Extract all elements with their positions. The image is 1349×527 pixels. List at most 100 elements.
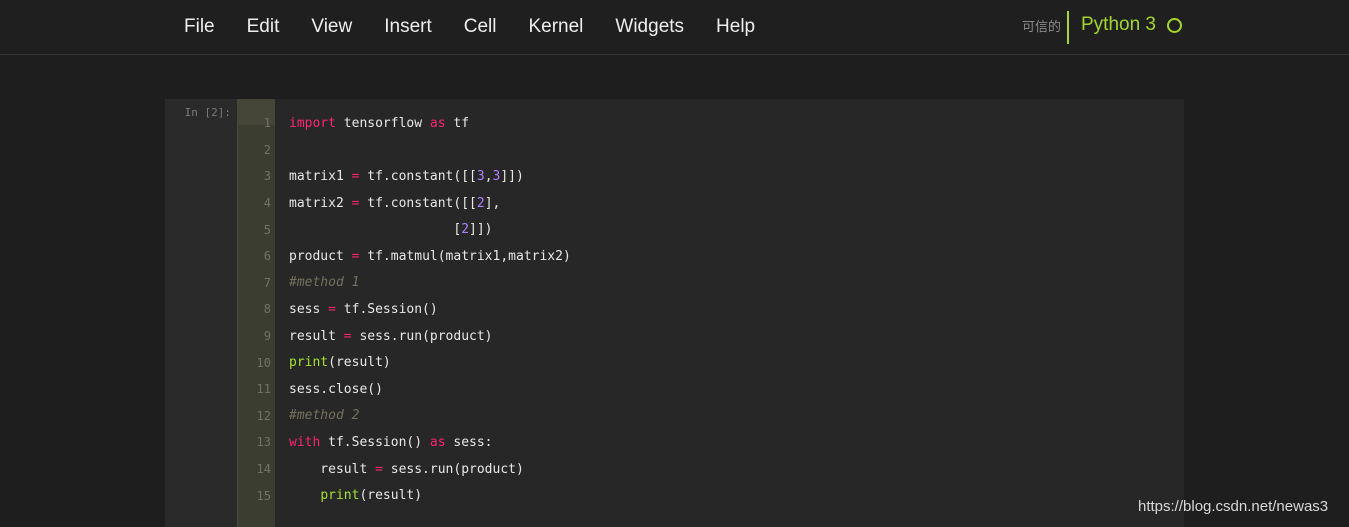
code-token: result xyxy=(289,461,376,477)
code-line[interactable]: 2 xyxy=(237,137,1184,164)
code-token: 2 xyxy=(476,195,485,211)
input-prompt: In [2]: xyxy=(184,106,231,119)
code-text[interactable]: with tf.Session() as sess: xyxy=(289,435,493,450)
code-text[interactable]: result = sess.run(product) xyxy=(289,329,493,344)
code-token: matrix2 xyxy=(289,195,352,211)
menu-widgets[interactable]: Widgets xyxy=(599,0,700,55)
code-line[interactable]: 13 with tf.Session() as sess: xyxy=(237,429,1184,456)
kernel-separator xyxy=(1067,11,1069,44)
code-token: sess.close() xyxy=(289,381,383,397)
code-token: = xyxy=(375,461,383,477)
code-text[interactable]: [2]]) xyxy=(289,222,493,238)
code-text[interactable]: print(result) xyxy=(289,488,422,503)
code-token: sess: xyxy=(445,434,493,450)
code-token: = xyxy=(343,328,352,344)
code-text[interactable]: matrix1 = tf.constant([[3,3]]) xyxy=(289,169,524,184)
code-token: [ xyxy=(289,222,462,238)
code-token: , xyxy=(484,168,493,184)
line-number: 7 xyxy=(263,275,271,290)
code-token: tf.constant([[ xyxy=(359,168,477,184)
line-number: 4 xyxy=(263,196,271,211)
code-token: result xyxy=(289,328,344,344)
code-token: tf.Session() xyxy=(335,301,438,317)
menu-file[interactable]: File xyxy=(168,0,231,55)
code-text[interactable]: result = sess.run(product) xyxy=(289,462,524,477)
code-token: product xyxy=(289,248,352,264)
code-token: as xyxy=(429,434,446,450)
line-number: 14 xyxy=(256,462,271,477)
code-token: tf.constant([[ xyxy=(359,195,477,211)
code-line[interactable]: 9 result = sess.run(product) xyxy=(237,323,1184,350)
code-token: (result) xyxy=(359,488,423,504)
line-number: 15 xyxy=(256,488,271,503)
code-line[interactable]: 11 sess.close() xyxy=(237,376,1184,403)
code-token: = xyxy=(328,301,336,317)
code-token: ]]) xyxy=(469,222,493,238)
line-number: 5 xyxy=(263,222,271,237)
code-token: as xyxy=(429,115,446,131)
kernel-idle-circle-icon xyxy=(1167,18,1182,33)
code-text[interactable]: #method 2 xyxy=(289,408,359,423)
code-text[interactable]: sess = tf.Session() xyxy=(289,302,438,317)
code-token: (result) xyxy=(328,355,391,371)
watermark: https://blog.csdn.net/newas3 xyxy=(1138,498,1329,515)
code-token: ]]) xyxy=(500,168,524,184)
main-menu: File Edit View Insert Cell Kernel Widget… xyxy=(168,0,771,54)
menubar: File Edit View Insert Cell Kernel Widget… xyxy=(0,0,1349,55)
line-number: 2 xyxy=(263,142,271,157)
code-text[interactable]: #method 1 xyxy=(289,275,359,290)
line-number: 9 xyxy=(263,329,271,344)
code-line[interactable]: 6 product = tf.matmul(matrix1,matrix2) xyxy=(237,243,1184,270)
code-token: matrix1 xyxy=(289,168,352,184)
code-line[interactable]: 4 matrix2 = tf.constant([[2], xyxy=(237,190,1184,217)
menu-help[interactable]: Help xyxy=(700,0,771,55)
code-token: import xyxy=(289,115,336,131)
kernel-name[interactable]: Python 3 xyxy=(1081,14,1156,36)
code-token: 2 xyxy=(461,222,470,238)
menu-edit[interactable]: Edit xyxy=(231,0,296,55)
code-line[interactable]: 7 #method 1 xyxy=(237,270,1184,297)
trusted-indicator[interactable]: 可信的 xyxy=(1022,16,1061,35)
line-number: 1 xyxy=(263,116,271,131)
code-line[interactable]: 10 print(result) xyxy=(237,349,1184,376)
line-number: 13 xyxy=(256,435,271,450)
line-number: 12 xyxy=(256,408,271,423)
code-token: tf xyxy=(445,115,470,131)
line-number: 10 xyxy=(256,355,271,370)
code-token: print xyxy=(320,488,360,504)
code-text[interactable]: import tensorflow as tf xyxy=(289,116,469,131)
code-line[interactable]: 3 matrix1 = tf.constant([[3,3]]) xyxy=(237,163,1184,190)
code-token: print xyxy=(289,355,329,371)
code-text[interactable]: sess.close() xyxy=(289,382,383,397)
code-token: sess.run(product) xyxy=(382,461,524,477)
menu-view[interactable]: View xyxy=(295,0,368,55)
code-token: sess xyxy=(289,301,329,317)
code-text[interactable]: matrix2 = tf.constant([[2], xyxy=(289,196,500,211)
code-line[interactable]: 1 import tensorflow as tf xyxy=(237,110,1184,137)
code-token: ], xyxy=(484,195,501,211)
code-text[interactable]: print(result) xyxy=(289,355,391,370)
code-line[interactable]: 12 #method 2 xyxy=(237,403,1184,430)
menu-cell[interactable]: Cell xyxy=(448,0,513,55)
line-number: 8 xyxy=(263,302,271,317)
code-token: tf.matmul(matrix1,matrix2) xyxy=(359,248,571,264)
menu-kernel[interactable]: Kernel xyxy=(512,0,599,55)
code-token: tf.Session() xyxy=(320,434,430,450)
code-text[interactable]: product = tf.matmul(matrix1,matrix2) xyxy=(289,249,571,264)
code-token: #method 2 xyxy=(289,408,360,424)
menu-insert[interactable]: Insert xyxy=(368,0,448,55)
code-lines[interactable]: 1 import tensorflow as tf 2 3 matrix1 = tf.c… xyxy=(237,110,1184,509)
code-token: sess.run(product) xyxy=(351,328,493,344)
code-line[interactable]: 5 [2]]) xyxy=(237,216,1184,243)
line-number: 11 xyxy=(256,382,271,397)
code-line[interactable]: 8 sess = tf.Session() xyxy=(237,296,1184,323)
code-token: #method 1 xyxy=(289,275,360,291)
code-token: with xyxy=(289,434,321,450)
line-number: 6 xyxy=(263,249,271,264)
code-token: tensorflow xyxy=(335,115,430,131)
code-line[interactable]: 15 print(result) xyxy=(237,482,1184,509)
line-number: 3 xyxy=(263,169,271,184)
code-token: 3 xyxy=(476,168,485,184)
code-line[interactable]: 14 result = sess.run(product) xyxy=(237,456,1184,483)
